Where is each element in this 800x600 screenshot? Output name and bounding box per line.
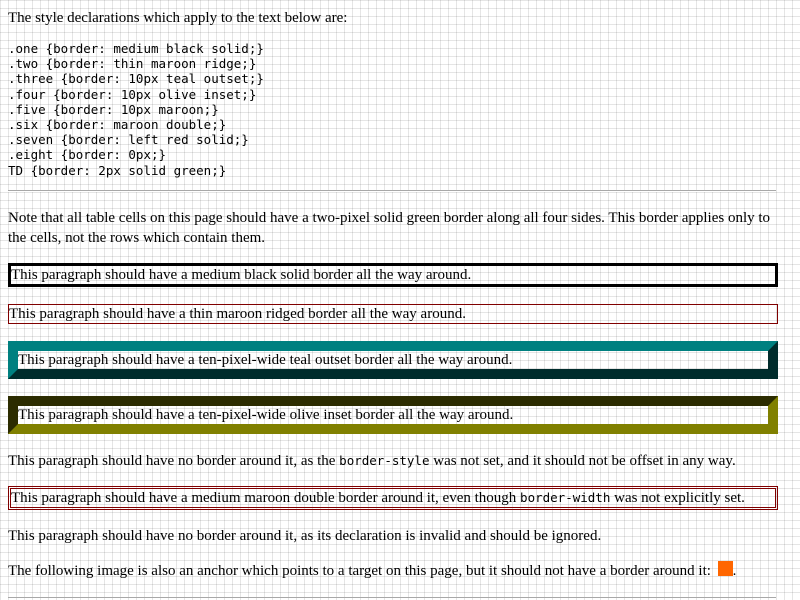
style-line: .seven {border: left red solid;} bbox=[8, 132, 249, 148]
paragraph-two: This paragraph should have a thin maroon… bbox=[8, 304, 778, 324]
intro-text: The style declarations which apply to th… bbox=[8, 10, 348, 26]
style-line: .four {border: 10px olive inset;} bbox=[8, 86, 257, 102]
paragraph-six-text-start: This paragraph should have a medium maro… bbox=[11, 490, 521, 506]
paragraph-seven: This paragraph should have no border aro… bbox=[8, 528, 602, 544]
paragraph-six-text-end: was not explicitly set. bbox=[610, 490, 745, 506]
style-line: TD {border: 2px solid green;} bbox=[8, 162, 227, 178]
paragraph-two-text: This paragraph should have a thin maroon… bbox=[9, 306, 466, 322]
note-paragraph: Note that all table cells on this page s… bbox=[8, 210, 771, 246]
paragraph-eight-text: The following image is also an anchor wh… bbox=[8, 563, 715, 579]
paragraph-three: This paragraph should have a ten-pixel-w… bbox=[8, 341, 778, 379]
paragraph-four: This paragraph should have a ten-pixel-w… bbox=[8, 396, 778, 434]
style-line: .two {border: thin maroon ridge;} bbox=[8, 56, 257, 72]
paragraph-six: This paragraph should have a medium maro… bbox=[8, 486, 778, 510]
style-line: .three {border: 10px teal outset;} bbox=[8, 71, 264, 87]
paragraph-eight-period: . bbox=[732, 563, 737, 579]
test-page: The style declarations which apply to th… bbox=[0, 0, 785, 600]
bottom-rule bbox=[8, 597, 776, 598]
orange-square-image-link[interactable] bbox=[717, 561, 733, 576]
border-style-code: border-style bbox=[339, 453, 430, 468]
style-line: .six {border: maroon double;} bbox=[8, 117, 227, 133]
paragraph-five-text-end: was not set, and it should not be offset… bbox=[429, 453, 736, 469]
paragraph-three-text: This paragraph should have a ten-pixel-w… bbox=[18, 352, 513, 368]
style-declarations: .one {border: medium black solid;} .two … bbox=[8, 41, 264, 178]
paragraph-five-text-start: This paragraph should have no border aro… bbox=[8, 453, 340, 469]
paragraph-eight: The following image is also an anchor wh… bbox=[8, 561, 736, 581]
paragraph-five: This paragraph should have no border aro… bbox=[8, 451, 736, 471]
paragraph-one-text: This paragraph should have a medium blac… bbox=[11, 267, 472, 283]
style-line: .eight {border: 0px;} bbox=[8, 147, 167, 163]
horizontal-rule bbox=[8, 190, 776, 192]
paragraph-one: This paragraph should have a medium blac… bbox=[8, 263, 778, 287]
paragraph-four-text: This paragraph should have a ten-pixel-w… bbox=[18, 407, 514, 423]
style-line: .one {border: medium black solid;} bbox=[8, 41, 264, 56]
border-width-code: border-width bbox=[520, 490, 611, 505]
style-line: .five {border: 10px maroon;} bbox=[8, 101, 219, 117]
